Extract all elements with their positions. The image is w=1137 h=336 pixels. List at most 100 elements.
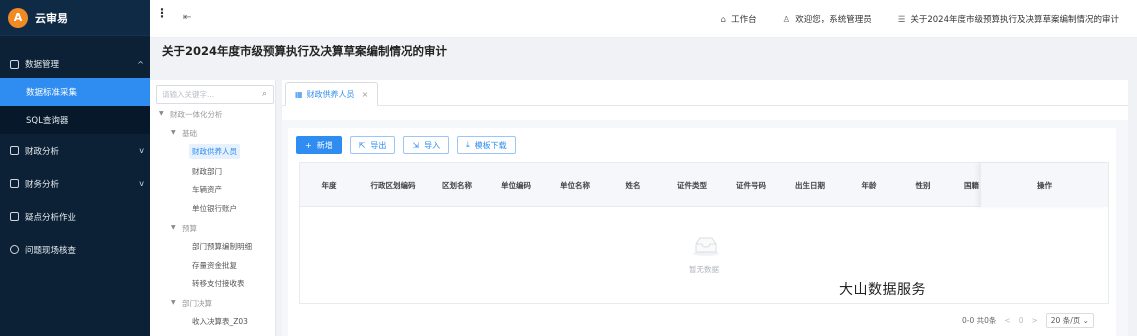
- template-download-button[interactable]: ⤓ 模板下载: [457, 136, 516, 154]
- column-header[interactable]: 姓名: [604, 163, 662, 207]
- tree-node[interactable]: 转移支付接收表: [192, 278, 245, 289]
- tab-label: 财政供养人员: [306, 89, 355, 99]
- export-button[interactable]: ⇱ 导出: [349, 136, 396, 154]
- question-icon: [10, 245, 19, 254]
- sidebar-item-label: 财政分析: [25, 146, 60, 157]
- ledger-icon: [10, 179, 19, 188]
- toolbar: + 新增 ⇱ 导出 ⇲ 导入 ⤓ 模板下载: [296, 136, 516, 154]
- column-header[interactable]: 行政区划编码: [358, 163, 428, 207]
- sidebar-item-doubt-analysis[interactable]: 疑点分析作业: [0, 200, 150, 233]
- card-icon: [10, 146, 19, 155]
- sidebar: A 云审易 数据管理 ^ 数据标准采集 SQL查询器 财政分析 v 财务分析 v…: [0, 0, 150, 336]
- column-header[interactable]: 单位名称: [546, 163, 604, 207]
- sidebar-item-fiscal-analysis[interactable]: 财政分析 v: [0, 134, 150, 167]
- column-header[interactable]: 性别: [898, 163, 948, 207]
- more-menu-icon[interactable]: ⋮: [156, 6, 168, 20]
- sidebar-subitem-sql-query[interactable]: SQL查询器: [0, 106, 150, 134]
- tree-node[interactable]: 预算: [182, 223, 197, 234]
- column-header[interactable]: 年龄: [840, 163, 898, 207]
- import-icon: ⇲: [412, 140, 420, 150]
- add-label: 新增: [316, 140, 333, 150]
- project-selector[interactable]: ☰ 关于2024年度市级预算执行及决算草案编制情况的审计: [898, 13, 1119, 25]
- sidebar-item-label: 疑点分析作业: [25, 212, 77, 223]
- tree-expand-icon[interactable]: ▼: [171, 299, 176, 306]
- table-icon: ▦: [295, 89, 303, 99]
- template-label: 模板下载: [474, 140, 507, 150]
- user-menu[interactable]: ♙ 欢迎您，系统管理员: [783, 13, 872, 25]
- collapse-sidebar-icon[interactable]: ⇤: [183, 12, 191, 23]
- tree-node[interactable]: 收入决算表_Z03: [192, 316, 248, 327]
- chevron-down-icon: v: [139, 179, 144, 188]
- brand: A 云审易: [0, 0, 150, 36]
- sidebar-item-onsite-check[interactable]: 问题现场核查: [0, 233, 150, 266]
- sidebar-item-label: 数据管理: [25, 60, 60, 70]
- column-header[interactable]: 单位编码: [486, 163, 546, 207]
- column-header[interactable]: 出生日期: [780, 163, 840, 207]
- tree-expand-icon[interactable]: ▼: [171, 224, 176, 231]
- pagination-summary: 0-0 共0条: [962, 316, 997, 325]
- monitor-icon: [10, 212, 19, 221]
- column-header[interactable]: 证件类型: [662, 163, 722, 207]
- project-label: 关于2024年度市级预算执行及决算草案编制情况的审计: [910, 15, 1119, 25]
- chevron-down-icon: ⌄: [1082, 316, 1089, 325]
- tree-node[interactable]: 单位银行账户: [192, 203, 237, 214]
- download-icon: ⤓: [466, 140, 470, 149]
- data-table: 年度 行政区划编码 区划名称 单位编码 单位名称 姓名 证件类型 证件号码 出生…: [299, 162, 1109, 304]
- tree-panel: 请输入关键字... ⌕ ▼ 财政一体化分析 ▼ 基础 财政供养人员 财政部门 车…: [150, 80, 276, 336]
- tab-bar: ▦ 财政供养人员 ×: [282, 80, 1128, 106]
- topbar: ⋮ ⇤ ⌂ 工作台 ♙ 欢迎您，系统管理员 ☰ 关于2024年度市级预算执行及决算草案…: [150, 0, 1137, 38]
- tree-node[interactable]: 财政部门: [192, 166, 222, 177]
- add-button[interactable]: + 新增: [296, 136, 342, 154]
- next-page-button[interactable]: >: [1031, 316, 1037, 325]
- empty-box-icon: [693, 237, 719, 256]
- tree-node[interactable]: 部门决算: [182, 298, 212, 309]
- export-label: 导出: [370, 140, 387, 150]
- import-button[interactable]: ⇲ 导入: [403, 136, 450, 154]
- welcome-label: 欢迎您，系统管理员: [795, 15, 872, 25]
- column-header-operation: 操作: [980, 163, 1108, 207]
- search-placeholder: 请输入关键字...: [162, 90, 215, 99]
- search-icon[interactable]: ⌕: [262, 89, 267, 99]
- tree-node[interactable]: 车辆资产: [192, 184, 222, 195]
- page-size-label: 20 条/页: [1050, 316, 1081, 325]
- tree-node-selected[interactable]: 财政供养人员: [189, 144, 240, 159]
- tree-node[interactable]: 财政一体化分析: [170, 109, 223, 120]
- brand-name: 云审易: [35, 11, 68, 25]
- column-header[interactable]: 区划名称: [428, 163, 486, 207]
- close-icon[interactable]: ×: [362, 90, 369, 99]
- tree-expand-icon[interactable]: ▼: [159, 110, 164, 117]
- page-size-select[interactable]: 20 条/页 ⌄: [1045, 313, 1094, 328]
- empty-text: 暂无数据: [689, 265, 719, 274]
- column-header[interactable]: 证件号码: [722, 163, 780, 207]
- pagination: 0-0 共0条 < 0 > 20 条/页 ⌄: [962, 313, 1094, 328]
- workbench-label: 工作台: [731, 15, 757, 25]
- sidebar-item-label: 数据标准采集: [26, 88, 78, 98]
- table-header: 年度 行政区划编码 区划名称 单位编码 单位名称 姓名 证件类型 证件号码 出生…: [300, 163, 1108, 207]
- sidebar-subitem-data-collection[interactable]: 数据标准采集: [0, 78, 150, 106]
- sidebar-item-label: 问题现场核查: [25, 245, 77, 256]
- chevron-down-icon: v: [139, 146, 144, 155]
- tree-search-input[interactable]: 请输入关键字... ⌕: [156, 85, 274, 104]
- tab-staff[interactable]: ▦ 财政供养人员 ×: [285, 82, 379, 106]
- sidebar-item-finance-analysis[interactable]: 财务分析 v: [0, 167, 150, 200]
- import-label: 导入: [424, 140, 441, 150]
- current-page[interactable]: 0: [1019, 316, 1024, 325]
- workbench-link[interactable]: ⌂ 工作台: [721, 13, 757, 25]
- main-panel: ▦ 财政供养人员 × + 新增 ⇱ 导出 ⇲ 导入 ⤓ 模板下载 年度 行政区划编码 区…: [282, 80, 1128, 336]
- doc-icon: [10, 59, 19, 69]
- brand-logo-icon: A: [8, 7, 28, 28]
- list-icon: ☰: [897, 15, 906, 25]
- sidebar-item-label: SQL查询器: [26, 116, 69, 126]
- export-icon: ⇱: [358, 140, 366, 150]
- tree-node[interactable]: 存量资金批复: [192, 260, 237, 271]
- tree-expand-icon[interactable]: ▼: [171, 129, 176, 136]
- plus-icon: +: [305, 140, 312, 150]
- sidebar-item-data-management[interactable]: 数据管理 ^: [0, 50, 150, 78]
- topbar-right: ⌂ 工作台 ♙ 欢迎您，系统管理员 ☰ 关于2024年度市级预算执行及决算草案编制情况…: [721, 13, 1119, 25]
- tree-node[interactable]: 基础: [182, 128, 197, 139]
- prev-page-button[interactable]: <: [1004, 316, 1010, 325]
- page-title: 关于2024年度市级预算执行及决算草案编制情况的审计: [162, 44, 448, 58]
- tree-node[interactable]: 部门预算编制明细: [192, 241, 252, 252]
- column-header[interactable]: 年度: [300, 163, 358, 207]
- home-icon: ⌂: [720, 15, 727, 25]
